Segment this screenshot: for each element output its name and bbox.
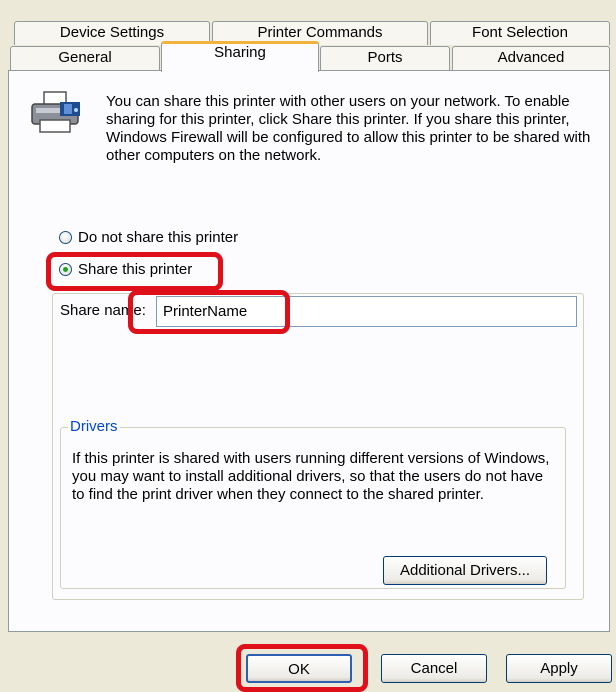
share-name-label: Share name: (60, 302, 146, 319)
apply-button[interactable]: Apply (506, 654, 612, 683)
share-option[interactable]: Share this printer (59, 261, 192, 278)
sharing-description: You can share this printer with other us… (106, 93, 591, 164)
tab-general[interactable]: General (10, 46, 160, 71)
do-not-share-radio[interactable] (59, 231, 72, 244)
ok-button[interactable]: OK (246, 654, 352, 683)
share-label: Share this printer (78, 261, 193, 278)
tab-ports[interactable]: Ports (320, 46, 450, 71)
share-name-input[interactable]: PrinterName (156, 296, 577, 327)
additional-drivers-button[interactable]: Additional Drivers... (383, 556, 547, 585)
printer-share-icon (30, 90, 82, 136)
drivers-description: If this printer is shared with users run… (72, 450, 550, 503)
tab-advanced[interactable]: Advanced (452, 46, 610, 71)
share-radio[interactable] (59, 263, 72, 276)
drivers-legend: Drivers (68, 418, 120, 435)
do-not-share-label: Do not share this printer (78, 229, 239, 246)
do-not-share-option[interactable]: Do not share this printer (59, 229, 238, 246)
tab-sharing[interactable]: Sharing (161, 41, 319, 72)
tab-font-selection[interactable]: Font Selection (430, 21, 610, 45)
cancel-button[interactable]: Cancel (381, 654, 487, 683)
